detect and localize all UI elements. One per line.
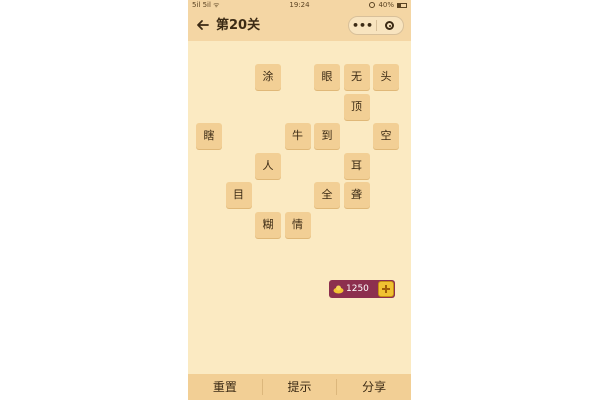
add-coins-button[interactable] [378, 281, 394, 297]
miniprogram-capsule: ••• [348, 16, 404, 35]
character-tile[interactable]: 全 [314, 182, 340, 208]
share-button[interactable]: 分享 [337, 374, 411, 400]
gold-ingot-icon [333, 285, 344, 294]
alarm-icon [369, 2, 376, 8]
hint-button[interactable]: 提示 [263, 374, 337, 400]
character-tile[interactable]: 空 [373, 123, 399, 149]
character-tile[interactable]: 牛 [284, 123, 311, 149]
more-menu-icon[interactable]: ••• [349, 17, 376, 34]
character-tile[interactable]: 人 [255, 152, 281, 179]
level-title: 第20关 [216, 18, 261, 33]
character-tile[interactable]: 涂 [255, 64, 281, 90]
character-tile[interactable]: 目 [225, 182, 252, 208]
back-arrow-icon[interactable] [196, 18, 210, 32]
bottom-toolbar: 重置 提示 分享 [188, 374, 411, 400]
reset-button[interactable]: 重置 [188, 374, 262, 400]
phone-screen: 5il 5il ᯤ 19:24 40% 第20关 ••• 涂 眼无头顶瞎 牛到 空人 耳… [188, 0, 411, 400]
character-tile[interactable]: 顶 [343, 93, 370, 120]
character-tile[interactable]: 到 [314, 123, 340, 149]
character-tile[interactable]: 耳 [343, 152, 370, 179]
coin-count: 1250 [346, 284, 369, 294]
battery-icon [397, 2, 407, 8]
character-tile[interactable]: 眼 [314, 64, 340, 90]
puzzle-board: 涂 眼无头顶瞎 牛到 空人 耳目 全聋糊情 [188, 41, 411, 374]
status-bar: 5il 5il ᯤ 19:24 40% [188, 0, 411, 10]
status-right: 40% [369, 0, 407, 10]
coin-balance: 1250 [329, 280, 395, 298]
nav-bar: 第20关 ••• [188, 10, 411, 41]
character-tile[interactable]: 瞎 [196, 123, 222, 149]
character-tile[interactable]: 情 [284, 211, 311, 238]
character-tile[interactable]: 聋 [343, 182, 370, 208]
character-tile[interactable]: 头 [373, 64, 399, 90]
character-tile[interactable]: 无 [343, 64, 370, 90]
character-tile[interactable]: 糊 [255, 211, 281, 238]
battery-percent: 40% [378, 1, 394, 9]
close-miniprogram-icon[interactable] [377, 21, 403, 30]
